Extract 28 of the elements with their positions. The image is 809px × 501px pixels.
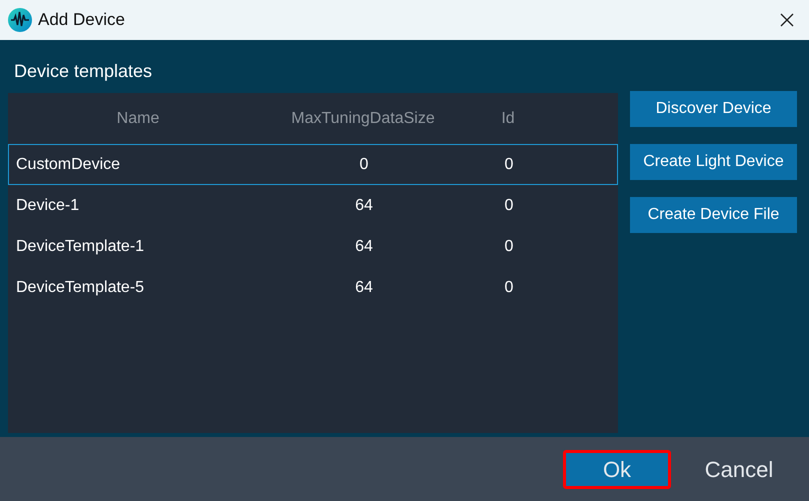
waveform-logo-icon — [8, 8, 32, 32]
table-cell-text: 64 — [355, 278, 373, 298]
action-button[interactable]: Discover Device — [630, 91, 797, 127]
table-cell-text: 0 — [504, 154, 514, 174]
table-cell-text: Device-1 — [16, 196, 80, 216]
action-button[interactable]: Create Light Device — [630, 144, 797, 180]
table-cell-text: CustomDevice — [16, 154, 120, 174]
ok-button[interactable]: Ok — [563, 450, 671, 488]
column-header[interactable]: MaxTuningDataSize — [291, 106, 435, 130]
table-cell-text: 64 — [355, 196, 373, 216]
table-cell-text: DeviceTemplate-5 — [16, 278, 144, 298]
table-row[interactable]: Device-1 64 0 — [8, 185, 618, 226]
action-button[interactable]: Create Device File — [630, 197, 797, 233]
window-title: Add Device — [38, 9, 125, 32]
section-title: Device templates — [13, 60, 154, 83]
table-cell-text: 64 — [355, 236, 373, 256]
table-row[interactable]: DeviceTemplate-1 64 0 — [8, 226, 618, 267]
table-row[interactable]: CustomDevice 0 0 — [8, 144, 618, 185]
cancel-button[interactable]: Cancel — [697, 450, 781, 488]
table-cell-text: 0 — [360, 154, 368, 174]
column-header[interactable]: Name — [116, 106, 160, 130]
close-icon[interactable] — [779, 12, 795, 28]
table-cell-text: 0 — [504, 196, 514, 216]
table-cell-text: 0 — [504, 278, 514, 298]
table-cell-text: DeviceTemplate-1 — [16, 236, 144, 256]
table-row[interactable]: DeviceTemplate-5 64 0 — [8, 267, 618, 308]
column-header[interactable]: Id — [501, 106, 515, 130]
table-cell-text: 0 — [504, 236, 514, 256]
